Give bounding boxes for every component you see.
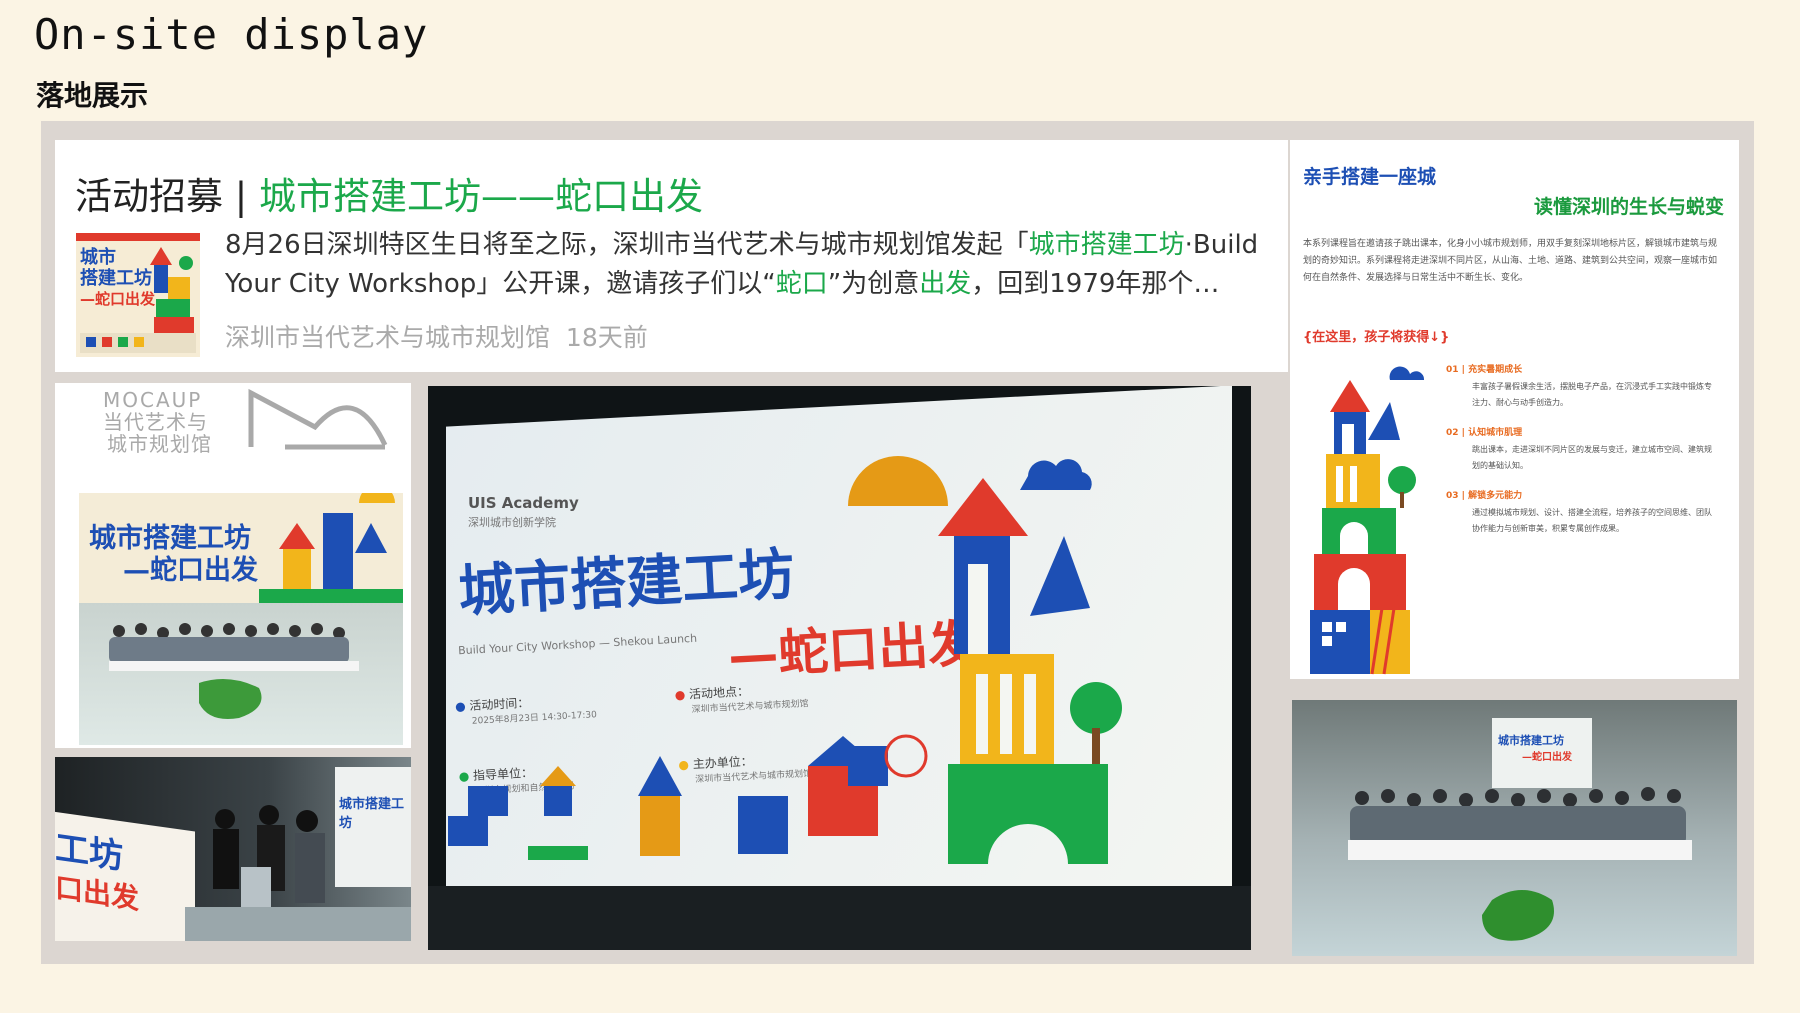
article-thumbnail[interactable]: 城市 搭建工坊 —蛇口出发 bbox=[76, 233, 200, 357]
article-summary-segment: ”为创意 bbox=[827, 269, 920, 299]
page-title-zh: 落地展示 bbox=[36, 79, 149, 112]
article-summary-segment: 8月26日深圳特区生日将至之际，深圳市当代艺术与城市规划馆发起「 bbox=[225, 230, 1029, 260]
article-time: 18天前 bbox=[565, 323, 648, 352]
benefit-item: 01 | 充实暑期成长 丰富孩子暑假课余生活，摆脱电子产品，在沉浸式手工实践中锻… bbox=[1446, 365, 1712, 407]
block-tower-illustration bbox=[1310, 366, 1425, 675]
stage-screen-photo: UIS Academy 深圳城市创新学院 城市搭建工坊 —蛇口出发 Build … bbox=[428, 386, 1251, 950]
poster-heading-2: 读懂深圳的生长与蜕变 bbox=[1534, 196, 1725, 218]
poster-gain-label: {在这里，孩子将获得↓} bbox=[1303, 330, 1450, 345]
mocaup-logo-mark bbox=[248, 388, 388, 450]
poster-benefit-list: 01 | 充实暑期成长 丰富孩子暑假课余生活，摆脱电子产品，在沉浸式手工实践中锻… bbox=[1446, 362, 1716, 537]
group-photo-title: 城市搭建工坊 —蛇口出发 bbox=[89, 523, 258, 586]
workshop-people-photo: 工坊 口出发 城市搭建工坊 bbox=[55, 757, 411, 941]
group-photo-people bbox=[109, 623, 359, 719]
article-summary-segment: ，回到1979年那个… bbox=[971, 269, 1220, 299]
benefit-item: 02 | 认知城市肌理 跳出课本，走进深圳不同片区的发展与变迁，建立城市空间、建… bbox=[1446, 428, 1712, 470]
team-photo-people bbox=[1348, 787, 1692, 941]
thumbnail-title: 城市 搭建工坊 —蛇口出发 bbox=[80, 247, 156, 308]
article-summary-segment: 蛇口 bbox=[775, 269, 828, 299]
article-meta: 深圳市当代艺术与城市规划馆 18天前 bbox=[225, 318, 648, 354]
poster-heading-1: 亲手搭建一座城 bbox=[1303, 166, 1437, 188]
people-photo-figures bbox=[185, 805, 411, 941]
poster-intro: 本系列课程旨在邀请孩子跳出课本，化身小小城市规划师，用双手复刻深圳地标片区，解锁… bbox=[1303, 239, 1718, 283]
team-photo: 城市搭建工坊 —蛇口出发 bbox=[1292, 700, 1737, 956]
mocaup-logo: MOCAUP 当代艺术与 城市规划馆 bbox=[103, 388, 212, 456]
article-title[interactable]: 活动招募 | 城市搭建工坊——蛇口出发 bbox=[75, 166, 703, 220]
article-title-prefix: 活动招募 | bbox=[75, 175, 259, 218]
logo-and-group-photo: MOCAUP 当代艺术与 城市规划馆 城市搭建工坊 —蛇口出发 bbox=[55, 383, 411, 748]
article-title-highlight: 城市搭建工坊——蛇口出发 bbox=[259, 175, 703, 218]
article-summary-segment: 城市搭建工坊 bbox=[1028, 230, 1185, 260]
article-summary: 8月26日深圳特区生日将至之际，深圳市当代艺术与城市规划馆发起「城市搭建工坊·B… bbox=[225, 226, 1280, 304]
group-photo: 城市搭建工坊 —蛇口出发 bbox=[79, 493, 403, 745]
article-source: 深圳市当代艺术与城市规划馆 bbox=[225, 323, 551, 352]
screen-block-art bbox=[428, 456, 1251, 950]
page-title-en: On-site display bbox=[34, 10, 429, 59]
article-summary-segment: 出发 bbox=[919, 269, 972, 299]
group-photo-blocks bbox=[259, 493, 403, 603]
benefit-item: 03 | 解锁多元能力 通过模拟城市规划、设计、搭建全流程，培养孩子的空间思维、… bbox=[1446, 491, 1712, 533]
course-poster: 亲手搭建一座城 读懂深圳的生长与蜕变 本系列课程旨在邀请孩子跳出课本，化身小小城… bbox=[1290, 140, 1739, 679]
article-card[interactable]: 活动招募 | 城市搭建工坊——蛇口出发 城市 搭建工坊 —蛇口出发 8月26日深… bbox=[55, 140, 1288, 372]
